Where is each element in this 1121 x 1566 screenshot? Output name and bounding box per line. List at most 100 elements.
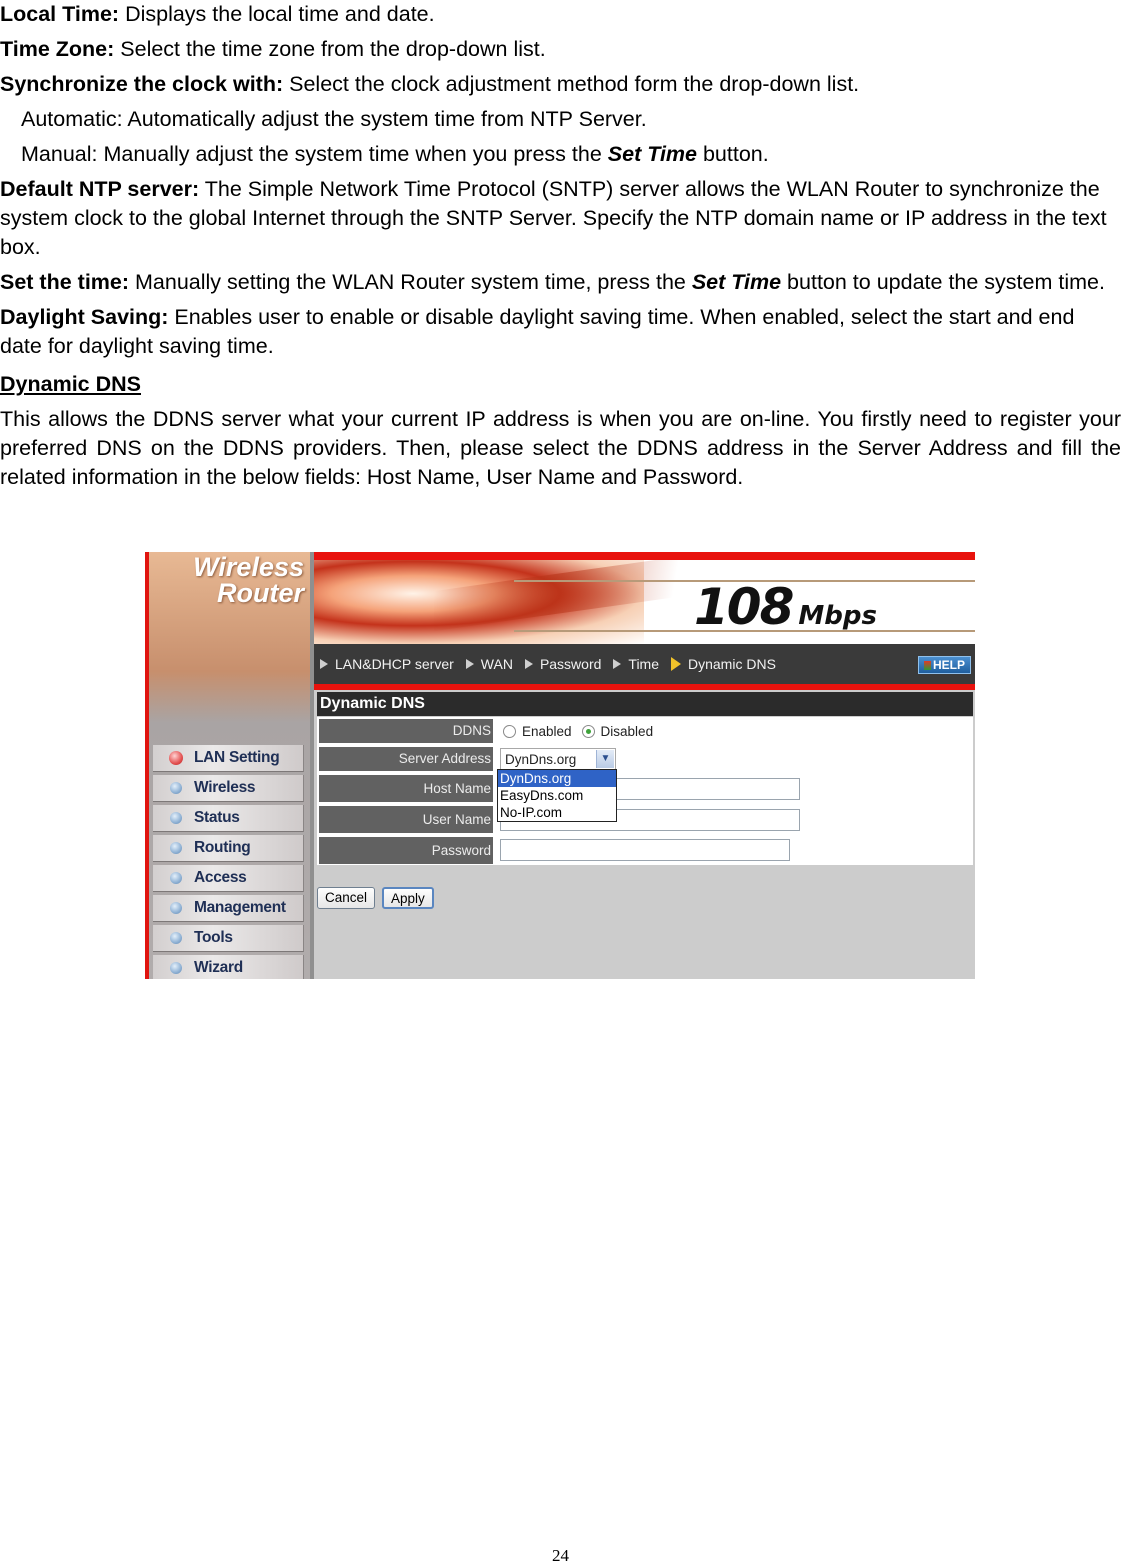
term: Local Time: [0,2,120,26]
server-address-row: Server Address DynDns.org ▼ [317,745,973,773]
document-body: Local Time: Displays the local time and … [0,0,1121,492]
help-button[interactable]: HELP [917,656,971,674]
help-icon [923,661,931,670]
nav-label: Dynamic DNS [688,656,776,672]
ddns-row: DDNS Enabled Disabled [317,717,973,745]
active-bullet-icon [169,751,183,765]
panel-title: Dynamic DNS [317,692,973,716]
sidebar-item-tools[interactable]: Tools [153,925,304,952]
ddns-disabled-radio[interactable] [581,724,595,738]
section-body: This allows the DDNS server what your cu… [0,407,1121,489]
router-screenshot: Wireless Router LAN Setting Wireless Sta… [145,552,975,979]
header-banner: 108 Mbps [314,552,975,644]
nav-label: WAN [480,656,513,672]
nav-dynamic-dns[interactable]: Dynamic DNS [671,656,776,672]
term: Daylight Saving: [0,305,169,329]
server-address-label: Server Address [319,747,493,771]
sidebar-item-status[interactable]: Status [153,805,304,832]
desc: button to update the system time. [781,270,1105,294]
arrow-right-icon [524,659,533,669]
ddns-radio-group: Enabled Disabled [497,717,973,745]
arrow-right-icon [465,659,474,669]
bullet-icon [170,782,182,794]
user-name-row: User Name [317,804,973,835]
content-panel: Dynamic DNS DDNS Enabled Disabled Server… [314,690,975,979]
nav-label: LAN&DHCP server [335,656,454,672]
ddns-enabled-radio[interactable] [503,724,516,738]
bullet-icon [170,932,182,944]
dropdown-option-noip[interactable]: No-IP.com [498,804,616,821]
nav-lan-dhcp[interactable]: LAN&DHCP server [320,656,454,672]
sidebar-item-label: Access [194,869,247,886]
sidebar-menu: LAN Setting Wireless Status Routing Acce… [153,745,304,979]
term: Set the time: [0,270,130,294]
nav-label: Password [539,656,602,672]
sidebar-item-wireless[interactable]: Wireless [153,775,304,802]
sidebar-item-access[interactable]: Access [153,865,304,892]
dropdown-option-easydns[interactable]: EasyDns.com [498,787,616,804]
sidebar-item-label: LAN Setting [194,749,280,766]
radio-label: Enabled [522,723,572,739]
para-sync: Synchronize the clock with: Select the c… [0,70,1121,99]
page-number: 24 [552,1546,569,1565]
password-row: Password [317,835,973,865]
term: Synchronize the clock with: [0,72,284,96]
sidebar-item-management[interactable]: Management [153,895,304,922]
radio-label: Disabled [600,723,654,739]
sidebar-item-label: Routing [194,839,251,856]
nav-time[interactable]: Time [613,656,659,672]
sidebar-item-label: Status [194,809,240,826]
desc: Manually setting the WLAN Router system … [129,270,692,294]
section-heading: Dynamic DNS [0,372,141,396]
top-nav: LAN&DHCP server WAN Password Time Dynami… [314,644,975,690]
help-label: HELP [932,658,965,672]
bullet-icon [170,902,182,914]
sidebar-item-wizard[interactable]: Wizard [153,955,304,979]
speed-unit: Mbps [798,601,877,631]
sidebar-item-label: Wizard [194,959,243,976]
cancel-button[interactable]: Cancel [317,887,376,909]
para-manual: Manual: Manually adjust the system time … [0,140,1121,169]
para-daylight: Daylight Saving: Enables user to enable … [0,303,1121,361]
emphasis: Set Time [691,270,782,294]
sidebar-item-lan-setting[interactable]: LAN Setting [153,745,304,772]
server-address-dropdown: DynDns.org EasyDns.com No-IP.com [497,769,617,822]
user-name-label: User Name [319,806,493,833]
para-time-zone: Time Zone: Select the time zone from the… [0,35,1121,64]
term: Time Zone: [0,37,115,61]
chevron-down-icon[interactable]: ▼ [596,750,614,768]
speed-value: 108 [694,578,794,636]
desc: Select the clock adjustment method form … [283,72,860,96]
speed-logo: 108 Mbps [694,578,877,636]
password-input[interactable] [500,839,790,861]
para-set-time: Set the time: Manually setting the WLAN … [0,268,1121,297]
brand-line-1: Wireless [193,552,304,582]
para-ntp: Default NTP server: The Simple Network T… [0,175,1121,262]
bullet-icon [170,962,182,974]
desc: Select the time zone from the drop-down … [114,37,546,61]
para-automatic: Automatic: Automatically adjust the syst… [21,107,647,131]
form-buttons: Cancel Apply [317,887,434,909]
desc: Displays the local time and date. [119,2,435,26]
term: Default NTP server: [0,177,200,201]
active-arrow-icon [671,657,681,671]
arrow-right-icon [613,659,622,669]
server-address-select[interactable]: DynDns.org ▼ [500,748,616,770]
brand-column: Wireless Router LAN Setting Wireless Sta… [145,552,310,979]
nav-password[interactable]: Password [524,656,602,672]
apply-button[interactable]: Apply [382,887,434,909]
sidebar-item-label: Wireless [194,779,256,796]
bullet-icon [170,812,182,824]
select-value: DynDns.org [505,752,577,767]
dropdown-option-dyndns[interactable]: DynDns.org [498,770,616,787]
host-name-label: Host Name [319,775,493,802]
sidebar-item-label: Management [194,899,286,916]
arrow-right-icon [320,659,328,669]
ddns-label: DDNS [319,719,493,743]
desc: button. [697,142,769,166]
nav-wan[interactable]: WAN [465,656,513,672]
sidebar-item-routing[interactable]: Routing [153,835,304,862]
sidebar-item-label: Tools [194,929,233,946]
brand-line-2: Router [217,578,304,608]
nav-label: Time [628,656,659,672]
